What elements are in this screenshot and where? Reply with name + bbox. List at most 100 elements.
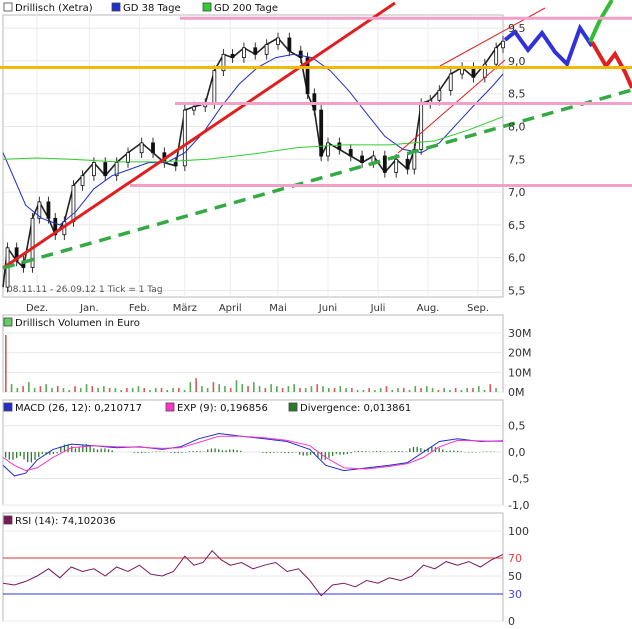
volume-bar: [103, 386, 105, 392]
volume-bar: [51, 388, 53, 392]
volume-bar: [287, 386, 290, 392]
legend-swatch: [3, 2, 13, 12]
divergence-bar: [379, 451, 382, 453]
candle-body: [437, 90, 442, 101]
divergence-bar: [295, 452, 297, 453]
divergence-bar: [343, 452, 345, 455]
divergence-bar: [284, 452, 286, 454]
rsi-y-tick-label: 30: [508, 588, 522, 601]
divergence-bar: [207, 449, 209, 453]
price-y-tick-label: 7,5: [508, 153, 526, 166]
volume-bar: [206, 388, 209, 392]
divergence-bar: [328, 452, 330, 458]
divergence-bar: [236, 450, 238, 453]
volume-bar: [460, 390, 463, 392]
divergence-bar: [372, 451, 374, 453]
divergence-bar: [137, 452, 139, 454]
volume-bar: [131, 388, 134, 392]
volume-y-ticks: 0M 10M 20M 30M: [508, 327, 532, 399]
candle-body: [253, 47, 258, 55]
price-y-tick-label: 9,5: [508, 22, 526, 35]
volume-bar: [345, 388, 347, 392]
month-tick-label: Sep.: [467, 303, 489, 314]
divergence-bar: [155, 451, 157, 453]
volume-bar: [172, 388, 174, 392]
divergence-bar: [350, 452, 352, 454]
volume-legend: Drillisch Volumen in Euro: [3, 317, 140, 329]
volume-bar: [449, 390, 451, 392]
divergence-bar: [412, 447, 415, 453]
volume-bar: [56, 386, 59, 392]
price-y-ticks: 5,5 6,0 6,5 7,0 7,5 8,0 8,5 9,0 9,5: [508, 22, 526, 297]
volume-bar: [247, 386, 249, 392]
divergence-bar: [331, 452, 334, 456]
volume-bar: [5, 334, 7, 392]
price-y-tick-label: 6,0: [508, 252, 526, 265]
volume-bar: [28, 382, 30, 392]
volume-bar: [454, 388, 457, 392]
macd-legend: MACD (26, 12): 0,210717 EXP (9): 0,196856…: [3, 402, 411, 414]
volume-y-tick-label: 20M: [508, 347, 532, 360]
divergence-bar: [111, 450, 113, 453]
volume-bar: [391, 390, 394, 392]
legend-swatch: [202, 2, 212, 12]
volume-bar: [189, 382, 192, 392]
volume-bar: [437, 390, 440, 392]
legend-label: GD 200 Tage: [214, 3, 278, 14]
volume-y-tick-label: 30M: [508, 327, 532, 340]
volume-bar: [293, 384, 295, 392]
divergence-bar: [387, 451, 389, 453]
candle-body: [92, 162, 96, 177]
candle-body: [80, 175, 85, 186]
volume-bar: [39, 386, 42, 392]
divergence-bar: [82, 444, 84, 453]
candle-body: [276, 37, 280, 45]
divergence-bar: [460, 451, 462, 453]
candle-body: [326, 142, 330, 157]
divergence-bar: [96, 449, 99, 453]
volume-bar: [431, 388, 434, 392]
volume-bar: [10, 384, 13, 392]
divergence-bar: [409, 448, 411, 453]
divergence-bar: [144, 452, 146, 453]
month-tick-label: März: [173, 303, 197, 314]
volume-bar: [299, 388, 301, 392]
month-tick-label: April: [219, 303, 242, 314]
candle-body: [71, 185, 76, 222]
volume-bar: [304, 388, 307, 392]
divergence-bar: [56, 452, 58, 454]
candle-body: [405, 158, 410, 170]
legend-swatch: [111, 2, 121, 12]
legend-label: Drillisch Volumen in Euro: [15, 318, 140, 329]
price-panel: 5,5 6,0 6,5 7,0 7,5 8,0 8,5 9,0 9,5 Dez. Jan. Feb.…: [0, 0, 632, 314]
divergence-bar: [489, 451, 492, 453]
volume-bar: [472, 388, 474, 392]
divergence-bar: [16, 452, 18, 458]
divergence-bar: [335, 452, 337, 454]
divergence-bar: [420, 448, 422, 453]
divergence-bar: [41, 452, 44, 454]
volume-bar: [281, 388, 284, 392]
divergence-bar: [181, 452, 183, 453]
volume-bar: [351, 388, 353, 392]
month-tick-label: Aug.: [417, 303, 440, 314]
volume-bar: [270, 384, 272, 392]
volume-bar: [379, 388, 382, 392]
volume-bar: [126, 388, 128, 392]
volume-panel: 0M 10M 20M 30M Drillisch Volumen in Euro: [2, 314, 532, 399]
red-projection-zigzag: [590, 40, 632, 89]
divergence-bar: [456, 450, 459, 453]
candle-body: [103, 162, 108, 177]
volume-bar: [97, 388, 99, 392]
volume-bar: [235, 380, 238, 392]
date-range-footer: 08.11.11 - 26.09.12 1 Tick = 1 Tag: [7, 285, 163, 295]
divergence-bar: [368, 451, 371, 453]
divergence-bar: [214, 448, 216, 453]
divergence-bar: [394, 451, 396, 453]
divergence-bar: [273, 452, 275, 453]
candle-body: [242, 47, 246, 59]
legend-label: EXP (9): 0,196856: [177, 403, 268, 414]
volume-bar: [16, 388, 19, 392]
volume-bar: [166, 390, 169, 392]
candle-body: [151, 142, 155, 154]
